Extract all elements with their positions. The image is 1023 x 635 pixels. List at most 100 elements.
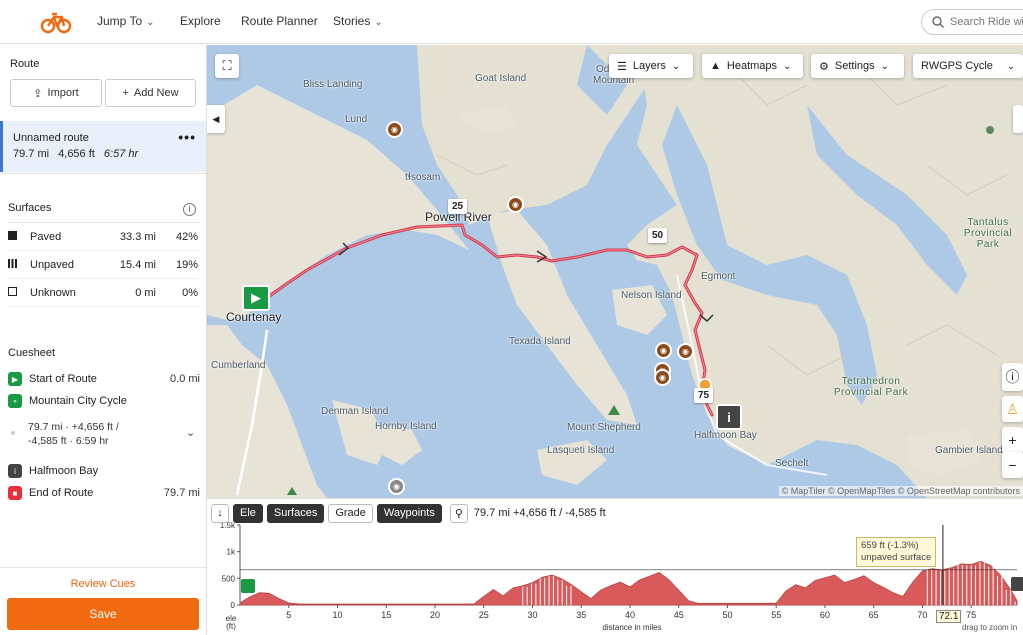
- x-tick-label: 45: [674, 610, 684, 620]
- search-input[interactable]: [950, 16, 1023, 28]
- map-label-egmont: Egmont: [701, 271, 736, 282]
- heatmaps-dropdown[interactable]: ▲ Heatmaps ⌄: [702, 54, 803, 78]
- route-card[interactable]: Unnamed route 79.7 mi 4,656 ft 6:57 hr •…: [0, 121, 206, 172]
- map-attribution[interactable]: © MapTiler © OpenMapTiles © OpenStreetMa…: [778, 486, 1023, 496]
- upload-icon: ⇪: [33, 87, 43, 100]
- chevron-down-icon: ⌄: [1006, 60, 1015, 72]
- x-tick-label: 55: [771, 610, 781, 620]
- chevron-down-icon: ⌄: [783, 60, 792, 72]
- collapse-sidebar-icon[interactable]: ◀: [207, 105, 225, 133]
- surface-row-unknown: Unknown 0 mi 0%: [8, 279, 198, 307]
- waypoint-bike-shop-icon[interactable]: [241, 579, 255, 593]
- x-tick-label: 65: [869, 610, 879, 620]
- cursor-distance-tag: 72.1: [936, 610, 962, 623]
- chevron-down-icon: ⌄: [671, 60, 681, 72]
- paved-swatch-icon: [8, 230, 30, 243]
- y-tick-label: 0: [231, 601, 236, 610]
- top-nav: Jump To ⌄ Explore Route Planner Stories ⌄: [0, 0, 1023, 44]
- waypoint-info-icon[interactable]: [1011, 577, 1023, 591]
- layers-dropdown[interactable]: ☰ Layers ⌄: [609, 54, 693, 78]
- map-label-lund: Lund: [345, 114, 368, 125]
- cue-start[interactable]: ▶ Start of Route 0.0 mi: [8, 372, 200, 386]
- cue-halfmoon-bay[interactable]: i Halfmoon Bay: [8, 464, 200, 478]
- map-label-lasqueti-island: Lasqueti Island: [547, 445, 615, 456]
- more-options-icon[interactable]: •••: [178, 129, 196, 145]
- download-arrow-icon[interactable]: ↓: [211, 503, 229, 523]
- x-axis-label: distance in miles: [602, 623, 661, 632]
- camera-poi-icon[interactable]: ◉: [655, 342, 672, 359]
- nav-jump-to[interactable]: Jump To ⌄: [97, 14, 155, 28]
- search-icon: [932, 16, 944, 28]
- layers-icon: ☰: [617, 60, 627, 73]
- settings-dropdown[interactable]: ⚙ Settings ⌄: [811, 54, 904, 78]
- x-tick-label: 15: [381, 610, 391, 620]
- search-box[interactable]: [921, 9, 1023, 35]
- x-tick-label: 25: [479, 610, 489, 620]
- map-view[interactable]: Goat Island Bliss Landing Lund tɬsosam P…: [207, 45, 1023, 498]
- gear-icon: ⚙: [819, 60, 829, 73]
- camera-poi-icon[interactable]: ◉: [654, 369, 671, 386]
- x-tick-label: 40: [625, 610, 635, 620]
- map-label-tetrahedron-park: Tetrahedron Provincial Park: [833, 376, 909, 398]
- tab-surfaces[interactable]: Surfaces: [266, 503, 325, 523]
- map-label-courtenay: Courtenay: [226, 310, 282, 324]
- camera-poi-icon[interactable]: ◉: [677, 343, 694, 360]
- unknown-swatch-icon: [8, 286, 30, 299]
- fullscreen-icon[interactable]: ⛶: [215, 54, 239, 78]
- map-label-texada-island: Texada Island: [509, 336, 571, 347]
- start-marker-play-icon[interactable]: ▶: [242, 285, 270, 311]
- right-panel-toggle-icon[interactable]: [1013, 105, 1023, 133]
- camera-poi-icon[interactable]: ◉: [507, 196, 524, 213]
- route-stats: 79.7 mi 4,656 ft 6:57 hr: [13, 148, 206, 160]
- drag-hint: drag to zoom in: [962, 623, 1017, 632]
- map-label-nelson-island: Nelson Island: [621, 290, 682, 301]
- save-button[interactable]: Save: [7, 598, 199, 630]
- tab-ele[interactable]: Ele: [233, 503, 263, 523]
- route-name: Unnamed route: [13, 132, 89, 144]
- map-legend-icon[interactable]: ⓘ: [1002, 363, 1023, 391]
- x-tick-label: 20: [430, 610, 440, 620]
- review-cues-link[interactable]: Review Cues: [0, 567, 206, 590]
- route-gain: 4,656 ft: [58, 148, 95, 160]
- zoom-magnifier-icon[interactable]: ⚲: [449, 503, 468, 523]
- zoom-in-icon[interactable]: +: [1002, 427, 1023, 453]
- elevation-panel: 1.5k 1k 500 0 5 10 15 20 25 30 35 40 45 50 55 60 65 70 75 e…: [207, 498, 1023, 635]
- elevation-toolbar: ↓ Ele Surfaces Grade Waypoints ⚲ 79.7 mi…: [211, 503, 606, 523]
- map-label-hornby-island: Hornby Island: [375, 421, 437, 432]
- nav-explore[interactable]: Explore: [180, 14, 221, 28]
- play-icon: ▶: [8, 372, 22, 386]
- mile-marker-25: 25: [448, 199, 468, 214]
- info-icon[interactable]: i: [183, 203, 196, 216]
- chevron-down-icon: ⌄: [880, 60, 890, 72]
- tab-waypoints[interactable]: Waypoints: [376, 503, 442, 523]
- plus-icon: +: [122, 87, 129, 99]
- bicycle-logo-icon[interactable]: [40, 9, 72, 35]
- street-view-icon[interactable]: ♙: [1002, 396, 1023, 422]
- sidebar: Route ⇪ Import + Add New Unnamed route 79.…: [0, 45, 207, 635]
- tab-grade[interactable]: Grade: [328, 503, 373, 523]
- nav-route-planner[interactable]: Route Planner: [241, 14, 318, 28]
- info-marker-icon[interactable]: i: [716, 404, 742, 430]
- camera-poi-icon[interactable]: ◉: [386, 121, 403, 138]
- add-new-button[interactable]: + Add New: [105, 79, 196, 107]
- x-tick-label: 60: [820, 610, 830, 620]
- x-tick-label: 10: [332, 610, 342, 620]
- y-axis-label: (ft): [226, 622, 236, 631]
- route-time: 6:57 hr: [103, 148, 139, 160]
- chevron-down-icon: ⌄: [146, 17, 155, 28]
- import-button[interactable]: ⇪ Import: [10, 79, 102, 107]
- basemap-dropdown[interactable]: RWGPS Cycle ⌄: [913, 54, 1023, 78]
- zoom-out-icon[interactable]: −: [1002, 452, 1023, 478]
- cue-mountain-city-cycle[interactable]: ⚬ Mountain City Cycle: [8, 394, 200, 408]
- surface-row-unpaved: Unpaved 15.4 mi 19%: [8, 251, 198, 279]
- elevation-area: [239, 560, 1018, 606]
- cue-end[interactable]: ■ End of Route 79.7 mi: [8, 486, 200, 500]
- surfaces-heading: Surfaces: [8, 202, 52, 214]
- map-label-mount-shepherd: Mount Shepherd: [567, 422, 641, 433]
- expand-chevron-icon[interactable]: ⌄: [186, 426, 195, 439]
- route-distance: 79.7 mi: [13, 148, 50, 160]
- surface-row-paved: Paved 33.3 mi 42%: [8, 223, 198, 251]
- camera-poi-icon[interactable]: ◉: [388, 478, 405, 495]
- nav-stories[interactable]: Stories ⌄: [333, 14, 383, 28]
- elevation-tooltip: 659 ft (-1.3%) unpaved surface: [856, 537, 937, 567]
